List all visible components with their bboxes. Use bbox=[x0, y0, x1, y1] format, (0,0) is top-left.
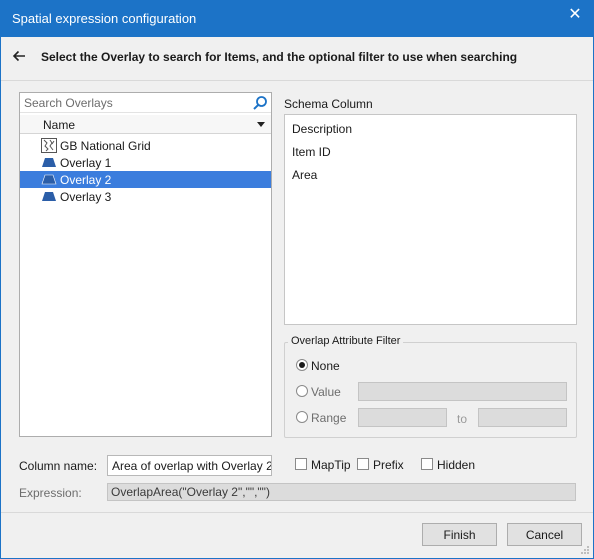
overlay-search-input[interactable] bbox=[20, 93, 245, 112]
header-divider bbox=[1, 80, 593, 81]
filter-value-radio[interactable] bbox=[296, 385, 308, 397]
filter-value-input[interactable] bbox=[358, 382, 567, 401]
filter-none-radio[interactable] bbox=[296, 359, 308, 371]
cancel-button[interactable]: Cancel bbox=[507, 523, 582, 546]
search-icon[interactable] bbox=[252, 95, 268, 111]
schema-column-list: Description Item ID Area bbox=[284, 114, 577, 325]
maptip-checkbox[interactable] bbox=[295, 458, 307, 470]
overlay-item-label: Overlay 1 bbox=[60, 156, 112, 170]
filter-none-label[interactable]: None bbox=[311, 359, 340, 373]
expression-label: Expression: bbox=[19, 486, 82, 500]
arrow-left-icon[interactable] bbox=[12, 49, 26, 63]
hidden-label[interactable]: Hidden bbox=[437, 458, 475, 472]
overlay-item-label: Overlay 3 bbox=[60, 190, 112, 204]
title-bar: Spatial expression configuration ✕ bbox=[0, 0, 594, 37]
overlap-filter-legend: Overlap Attribute Filter bbox=[288, 335, 404, 347]
overlay-list-panel: Name GB National Grid Overlay 1 bbox=[19, 92, 272, 437]
filter-range-from-input[interactable] bbox=[358, 408, 447, 427]
footer-divider bbox=[1, 512, 593, 513]
overlay-item-label: GB National Grid bbox=[60, 139, 151, 153]
overlay-tree: GB National Grid Overlay 1 Overlay 2 Ove… bbox=[20, 137, 271, 205]
dialog-body: Select the Overlay to search for Items, … bbox=[0, 37, 594, 559]
chevron-down-icon[interactable] bbox=[257, 122, 265, 127]
name-column-label: Name bbox=[43, 118, 76, 132]
overlay-item-overlay-2[interactable]: Overlay 2 bbox=[20, 171, 271, 188]
overlay-item-gb-national-grid[interactable]: GB National Grid bbox=[20, 137, 271, 154]
finish-button[interactable]: Finish bbox=[422, 523, 497, 546]
map-grid-icon bbox=[41, 138, 57, 153]
overlay-icon bbox=[41, 174, 57, 185]
schema-column-label: Schema Column bbox=[284, 97, 373, 111]
column-name-label: Column name: bbox=[19, 459, 98, 473]
instruction-header: Select the Overlay to search for Items, … bbox=[1, 37, 593, 78]
expression-field: OverlapArea("Overlay 2","","") bbox=[107, 483, 576, 501]
column-name-input[interactable] bbox=[107, 455, 272, 476]
overlay-icon bbox=[42, 158, 56, 167]
overlay-item-label: Overlay 2 bbox=[60, 173, 112, 187]
instruction-text: Select the Overlay to search for Items, … bbox=[41, 50, 518, 64]
range-to-label: to bbox=[457, 412, 468, 426]
overlay-icon bbox=[42, 192, 56, 201]
hidden-checkbox[interactable] bbox=[421, 458, 433, 470]
prefix-checkbox[interactable] bbox=[357, 458, 369, 470]
prefix-label[interactable]: Prefix bbox=[373, 458, 404, 472]
window-title: Spatial expression configuration bbox=[12, 11, 197, 26]
schema-item-area[interactable]: Area bbox=[292, 168, 317, 182]
filter-range-to-input[interactable] bbox=[478, 408, 567, 427]
overlay-item-overlay-3[interactable]: Overlay 3 bbox=[20, 188, 271, 205]
overlay-search-bar bbox=[20, 93, 271, 113]
resize-grip-icon[interactable] bbox=[580, 545, 590, 555]
filter-range-label[interactable]: Range bbox=[311, 411, 346, 425]
filter-value-label[interactable]: Value bbox=[311, 385, 341, 399]
filter-range-radio[interactable] bbox=[296, 411, 308, 423]
name-column-header[interactable]: Name bbox=[20, 115, 271, 134]
schema-item-item-id[interactable]: Item ID bbox=[292, 145, 331, 159]
maptip-label[interactable]: MapTip bbox=[311, 458, 351, 472]
overlay-item-overlay-1[interactable]: Overlay 1 bbox=[20, 154, 271, 171]
schema-item-description[interactable]: Description bbox=[292, 122, 352, 136]
close-icon[interactable]: ✕ bbox=[566, 6, 584, 24]
